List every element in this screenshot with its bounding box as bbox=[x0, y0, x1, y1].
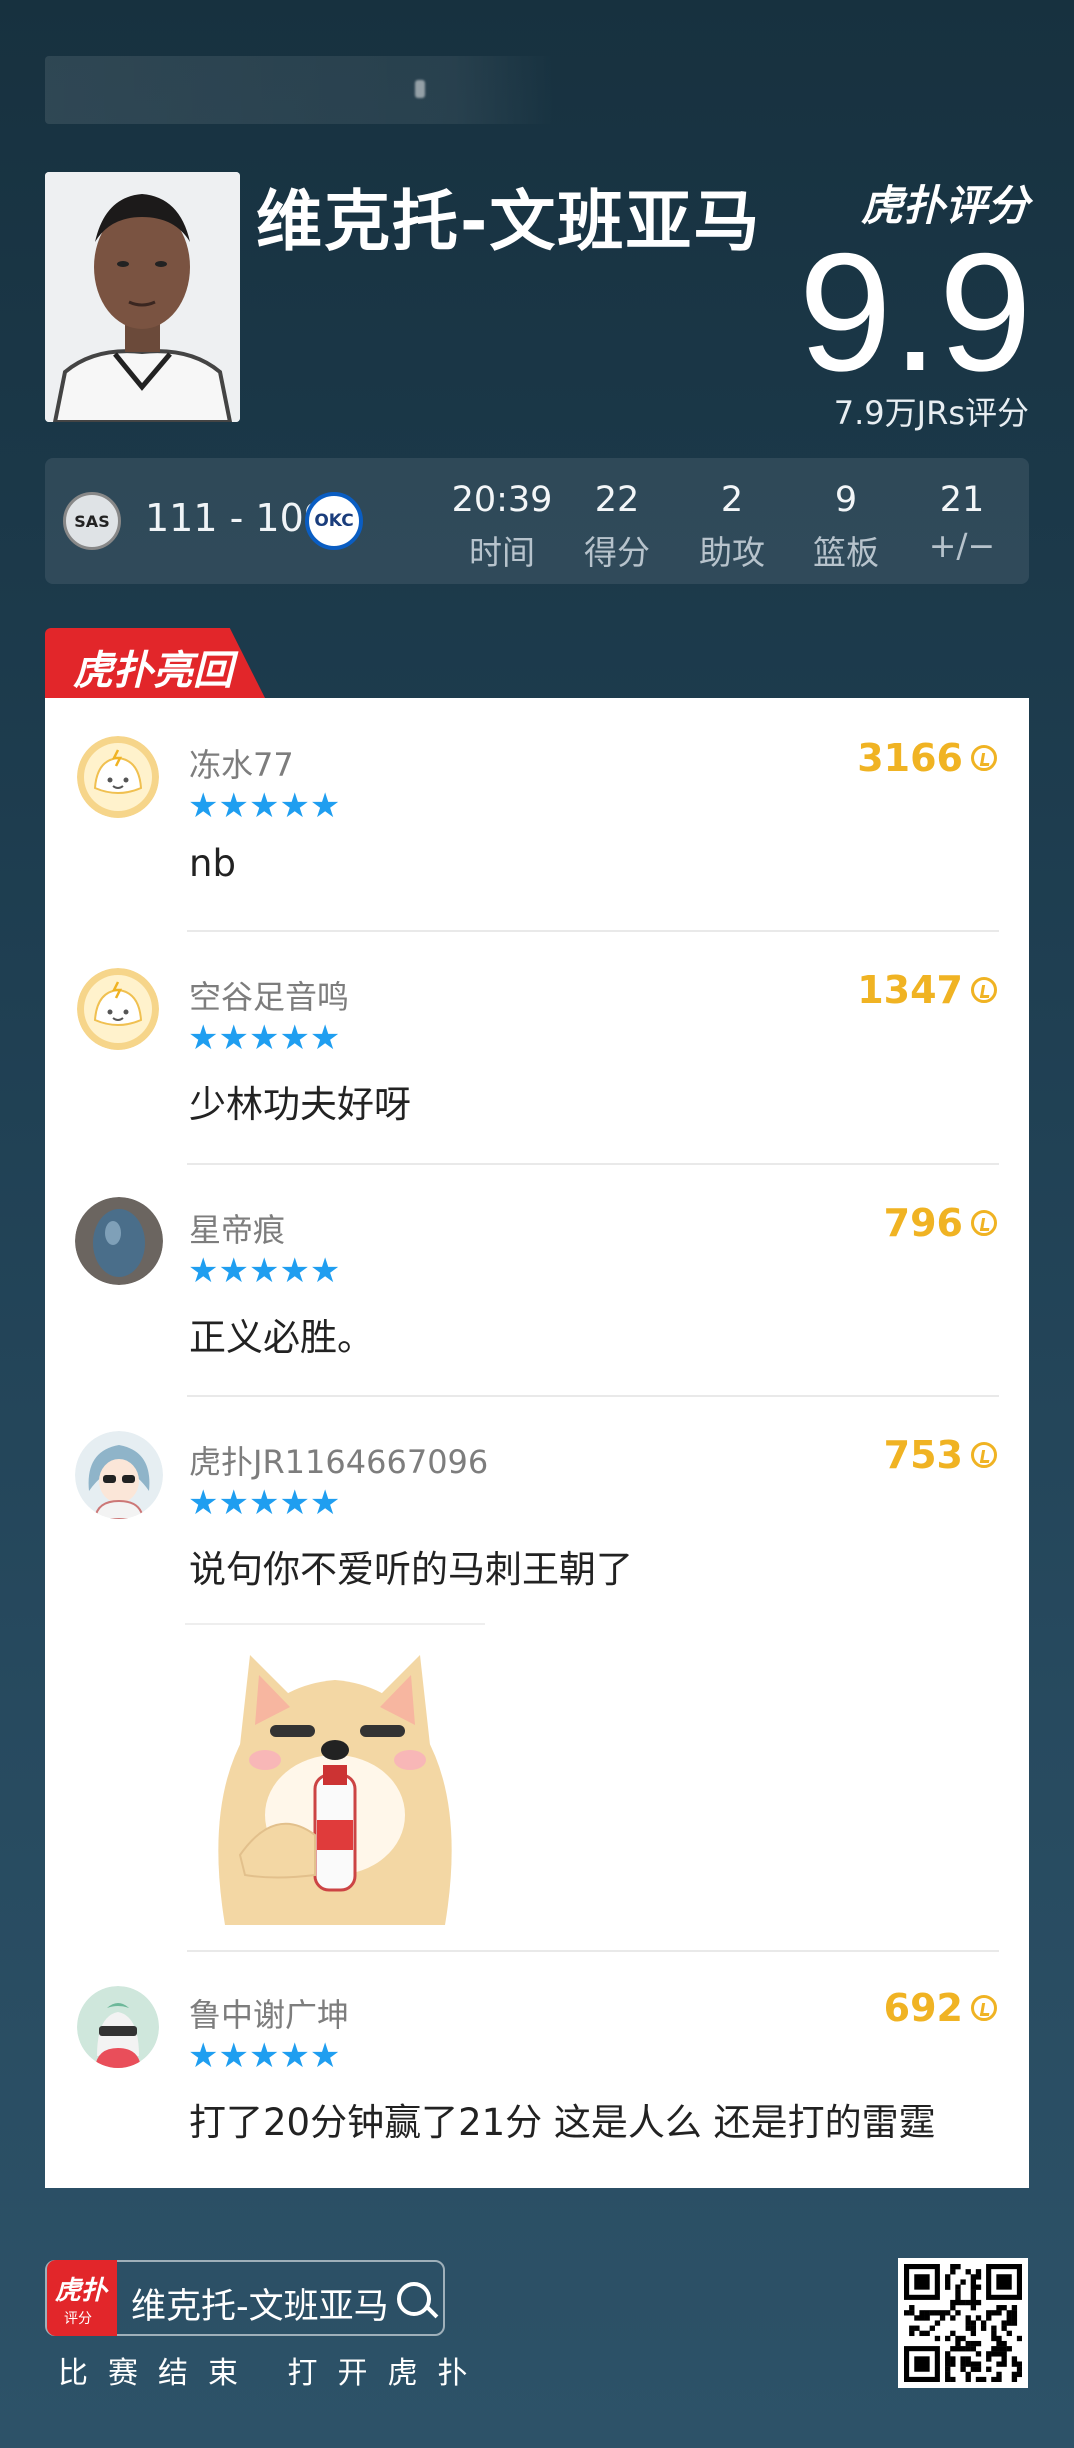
avatar[interactable] bbox=[75, 1197, 163, 1285]
comment-username[interactable]: 虎扑JR1164667096 bbox=[189, 1437, 488, 1483]
thunder-logo-icon: OKC bbox=[305, 492, 363, 550]
lightbulb-icon bbox=[971, 1442, 997, 1468]
blurred-header-bar bbox=[45, 56, 555, 124]
like-number: 796 bbox=[883, 1201, 963, 1245]
stat-label: 篮板 bbox=[813, 533, 879, 572]
like-number: 3166 bbox=[857, 736, 963, 780]
like-count[interactable]: 753 bbox=[884, 1433, 997, 1477]
lightbulb-icon bbox=[971, 1210, 997, 1236]
anime-girl-avatar-icon bbox=[75, 1431, 163, 1519]
avatar[interactable] bbox=[77, 1986, 159, 2068]
comment-username[interactable]: 冻水77 bbox=[189, 740, 294, 786]
stat-label: 时间 bbox=[469, 533, 535, 572]
avatar[interactable] bbox=[77, 736, 159, 818]
hupu-app-logo-icon: 虎扑 评分 bbox=[47, 2260, 117, 2336]
comment-username[interactable]: 星帝痕 bbox=[189, 1205, 285, 1251]
like-count[interactable]: 692 bbox=[884, 1986, 997, 2030]
player-name: 维克托-文班亚马 bbox=[256, 183, 762, 260]
like-count[interactable]: 1347 bbox=[857, 968, 997, 1012]
default-avatar-icon bbox=[77, 968, 159, 1050]
player-portrait-illustration bbox=[45, 172, 240, 422]
stat-value: 9 bbox=[834, 480, 858, 520]
rating-vote-count: 7.9万JRs评分 bbox=[833, 394, 1029, 432]
game-score: 111 - 109 bbox=[145, 496, 328, 540]
stat-points: 22 得分 bbox=[562, 480, 672, 574]
comment-text: 说句你不爱听的马刺王朝了 bbox=[189, 1548, 633, 1591]
comment-text: 正义必胜。 bbox=[189, 1316, 374, 1359]
blurred-mark bbox=[415, 80, 425, 98]
stat-value: 21 bbox=[939, 480, 985, 520]
comment-text: nb bbox=[189, 842, 236, 885]
stat-assists: 2 助攻 bbox=[677, 480, 787, 574]
comment-username[interactable]: 空谷足音鸣 bbox=[189, 972, 349, 1018]
open-app-hint: 比赛结束 打开虎扑 bbox=[58, 2356, 488, 2391]
default-avatar-icon bbox=[77, 736, 159, 818]
rating-stars: ★★★★★ bbox=[188, 2036, 341, 2076]
stat-value: 2 bbox=[720, 480, 744, 520]
stat-value: 22 bbox=[594, 480, 640, 520]
player-photo bbox=[45, 172, 240, 422]
like-count[interactable]: 796 bbox=[884, 1201, 997, 1245]
egg-avatar-icon bbox=[75, 1197, 163, 1285]
stat-rebounds: 9 篮板 bbox=[791, 480, 901, 574]
lightbulb-icon bbox=[971, 745, 997, 771]
logo-text: 虎扑 bbox=[55, 2276, 108, 2306]
comment-username[interactable]: 鲁中谢广坤 bbox=[189, 1990, 349, 2036]
stat-minutes: 20:39 时间 bbox=[447, 480, 557, 574]
lightbulb-icon bbox=[971, 1995, 997, 2021]
divider bbox=[187, 1950, 999, 1952]
like-number: 692 bbox=[883, 1986, 963, 2030]
rating-stars: ★★★★★ bbox=[188, 1251, 341, 1291]
stat-plus-minus: 21 +/− bbox=[907, 480, 1017, 565]
logo-subtext: 评分 bbox=[64, 2311, 92, 2327]
stat-label: 助攻 bbox=[699, 533, 765, 572]
comment-text: 打了20分钟赢了21分 这是人么 还是打的雷霆 bbox=[189, 2101, 936, 2144]
search-box[interactable]: 虎扑 评分 维克托-文班亚马 bbox=[45, 2260, 445, 2336]
cool-glasses-avatar-icon bbox=[77, 1986, 159, 2068]
divider bbox=[187, 1163, 999, 1165]
qr-code-icon bbox=[904, 2264, 1023, 2383]
avatar[interactable] bbox=[77, 968, 159, 1050]
stat-label: +/− bbox=[928, 526, 996, 565]
like-number: 753 bbox=[883, 1433, 963, 1477]
divider bbox=[187, 930, 999, 932]
highlight-replies-tag: 虎扑亮回复 bbox=[45, 628, 265, 698]
comment-text: 少林功夫好呀 bbox=[189, 1083, 411, 1126]
divider bbox=[187, 1395, 999, 1397]
qr-code[interactable] bbox=[898, 2258, 1028, 2388]
search-icon[interactable] bbox=[397, 2282, 431, 2316]
search-query: 维克托-文班亚马 bbox=[131, 2287, 389, 2327]
like-count[interactable]: 3166 bbox=[857, 736, 997, 780]
lightbulb-icon bbox=[971, 977, 997, 1003]
shiba-sticker-illustration bbox=[218, 1655, 452, 1925]
rating-stars: ★★★★★ bbox=[188, 1483, 341, 1523]
like-number: 1347 bbox=[857, 968, 963, 1012]
spurs-logo-icon: SAS bbox=[63, 492, 121, 550]
player-rating: 9.9 bbox=[798, 218, 1032, 406]
game-summary-bar: SAS 111 - 109 OKC 20:39 时间 22 得分 2 助攻 9 … bbox=[45, 458, 1029, 584]
comment-sticker-image[interactable] bbox=[185, 1623, 485, 1925]
comments-card: 冻水77 ★★★★★ 3166 nb 空谷足音鸣 ★★★★★ 1347 少林功夫… bbox=[45, 698, 1029, 2188]
rating-stars: ★★★★★ bbox=[188, 1018, 341, 1058]
stat-label: 得分 bbox=[584, 533, 650, 572]
avatar[interactable] bbox=[75, 1431, 163, 1519]
stat-value: 20:39 bbox=[451, 480, 553, 520]
rating-stars: ★★★★★ bbox=[188, 786, 341, 826]
